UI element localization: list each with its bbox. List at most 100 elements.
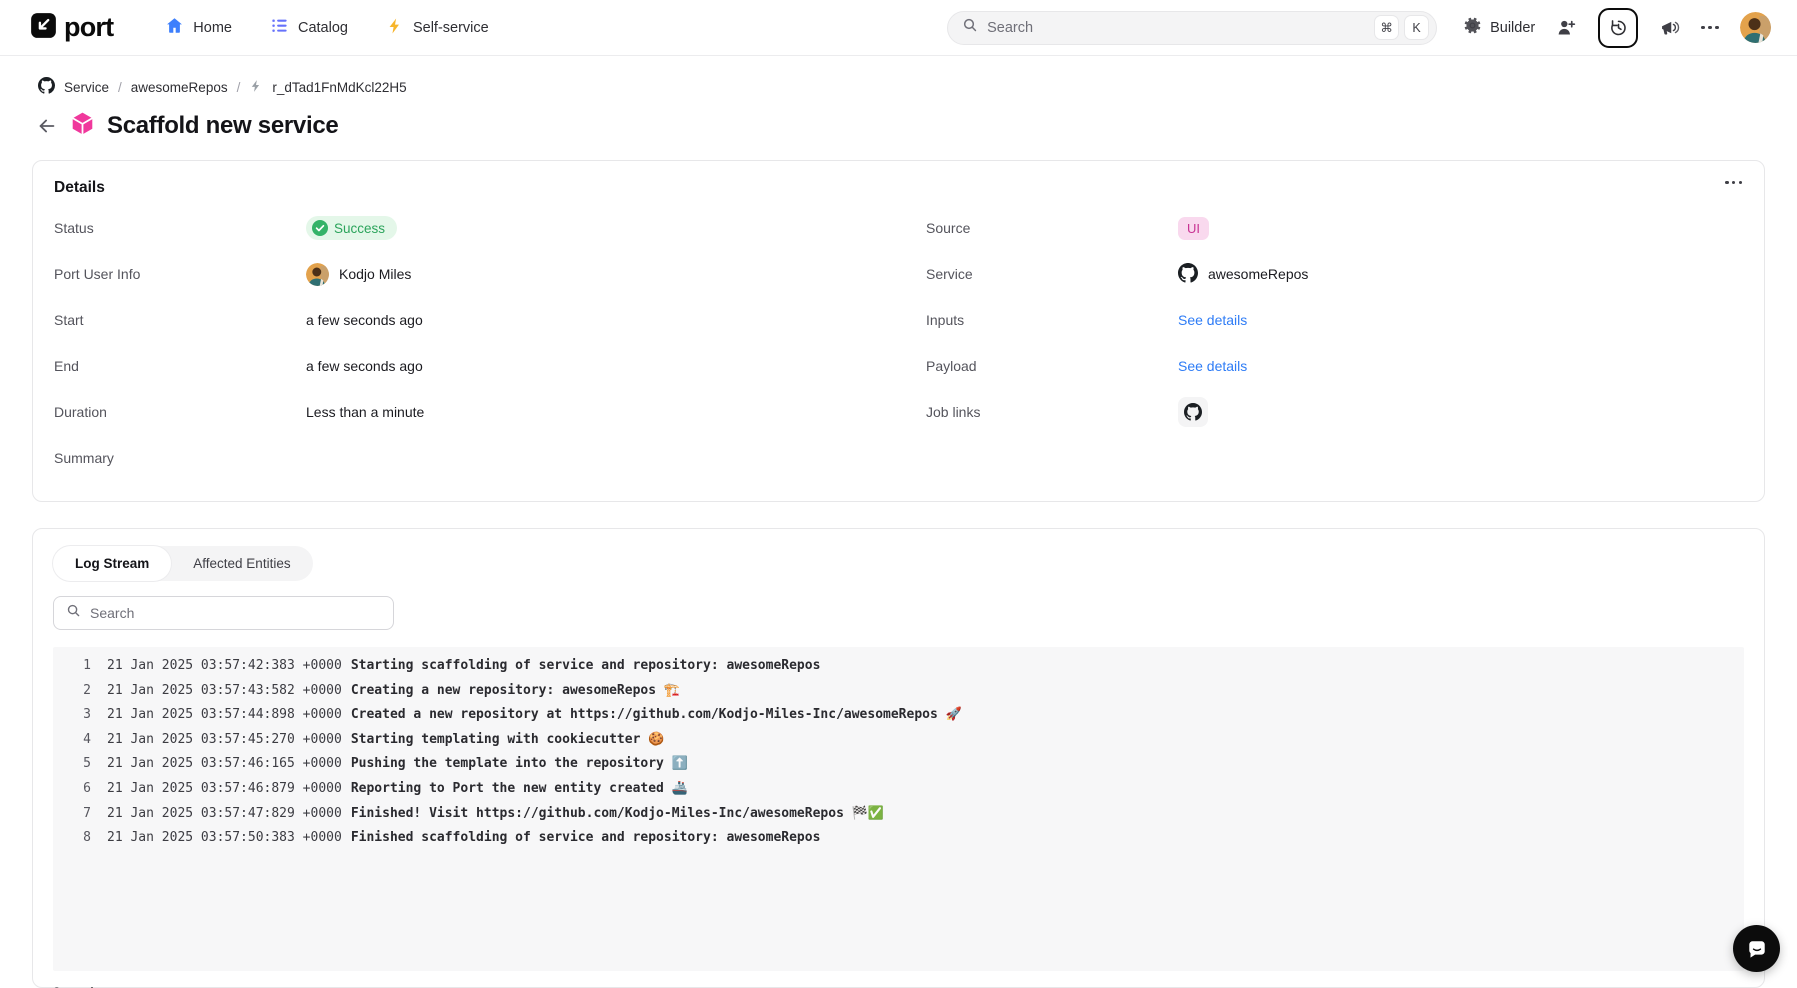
github-icon (38, 77, 55, 97)
announcements-button[interactable] (1659, 17, 1680, 38)
details-left-column: Status Success Port User Info Kodjo Mile… (54, 205, 870, 481)
duration-row: Duration Less than a minute (54, 389, 870, 435)
back-button[interactable] (36, 115, 58, 137)
catalog-icon (270, 16, 289, 39)
summary-label: Summary (54, 450, 306, 466)
log-line: 321 Jan 2025 03:57:44:898 +0000Created a… (53, 703, 1744, 728)
search-placeholder: Search (987, 20, 1369, 36)
details-right-column: Source UI Service awesomeRepos Inputs Se… (926, 205, 1742, 481)
port-logo[interactable]: port (30, 12, 113, 44)
start-value: a few seconds ago (306, 312, 423, 328)
status-label: Status (54, 220, 306, 236)
log-viewer[interactable]: 121 Jan 2025 03:57:42:383 +0000Starting … (53, 647, 1744, 971)
end-row: End a few seconds ago (54, 343, 870, 389)
builder-button[interactable]: Builder (1463, 16, 1535, 39)
brand-name: port (64, 12, 113, 43)
source-badge: UI (1178, 217, 1209, 240)
log-line: 421 Jan 2025 03:57:45:270 +0000Starting … (53, 728, 1744, 753)
log-search-input[interactable]: Search (53, 596, 394, 630)
breadcrumb-service[interactable]: Service (64, 80, 109, 95)
nav-item-label: Catalog (298, 20, 348, 36)
nav-item-label: Home (193, 20, 232, 36)
log-card: Log Stream Affected Entities Search 121 … (32, 528, 1765, 988)
log-tabs: Log Stream Affected Entities (53, 546, 313, 581)
chat-bubble-icon (1745, 937, 1769, 961)
gear-icon (1463, 16, 1482, 39)
service-label: Service (926, 266, 1178, 282)
nav-item-home[interactable]: Home (165, 16, 232, 39)
page-header: Scaffold new service (0, 97, 1797, 141)
builder-label: Builder (1490, 20, 1535, 36)
inputs-label: Inputs (926, 312, 1178, 328)
github-icon (1178, 263, 1198, 286)
user-avatar-small (306, 263, 329, 286)
log-search-placeholder: Search (90, 605, 134, 621)
port-logo-icon (30, 12, 57, 44)
bolt-icon (386, 17, 404, 39)
port-user-row: Port User Info Kodjo Miles (54, 251, 870, 297)
chat-widget-button[interactable] (1733, 925, 1780, 972)
page-title: Scaffold new service (107, 112, 338, 140)
keycap-cmd: ⌘ (1374, 15, 1399, 40)
details-menu-button[interactable] (1725, 181, 1742, 184)
invite-user-button[interactable] (1556, 17, 1577, 38)
more-menu-button[interactable] (1701, 26, 1719, 30)
nav-item-label: Self-service (413, 20, 489, 36)
inputs-see-details-link[interactable]: See details (1178, 312, 1247, 328)
tab-log-stream[interactable]: Log Stream (53, 546, 171, 581)
search-icon (962, 17, 978, 38)
log-line: 621 Jan 2025 03:57:46:879 +0000Reporting… (53, 777, 1744, 802)
log-line: 221 Jan 2025 03:57:43:582 +0000Creating … (53, 679, 1744, 704)
breadcrumb-separator: / (118, 80, 122, 95)
status-row: Status Success (54, 205, 870, 251)
breadcrumb-awesome-repos[interactable]: awesomeRepos (131, 80, 228, 95)
summary-row: Summary (54, 435, 870, 481)
log-line: 521 Jan 2025 03:57:46:165 +0000Pushing t… (53, 752, 1744, 777)
payload-row: Payload See details (926, 343, 1742, 389)
keycap-k: K (1404, 15, 1429, 40)
payload-label: Payload (926, 358, 1178, 374)
status-badge: Success (306, 216, 397, 240)
breadcrumb-run-id: r_dTad1FnMdKcl22H5 (272, 80, 406, 95)
port-user-value: Kodjo Miles (339, 266, 411, 282)
search-icon (66, 603, 81, 623)
service-value: awesomeRepos (1208, 266, 1308, 282)
source-label: Source (926, 220, 1178, 236)
breadcrumb: Service / awesomeRepos / r_dTad1FnMdKcl2… (0, 56, 1797, 97)
top-navbar: port Home Catalog Self-service Search ⌘ (0, 0, 1797, 56)
check-circle-icon (312, 220, 328, 236)
details-title: Details (54, 179, 1742, 197)
global-search-input[interactable]: Search ⌘ K (947, 11, 1437, 45)
end-label: End (54, 358, 306, 374)
main-nav: Home Catalog Self-service (165, 16, 488, 39)
runs-history-button[interactable] (1598, 8, 1638, 48)
scaffold-cube-icon (70, 111, 95, 141)
user-avatar[interactable] (1740, 12, 1771, 43)
port-user-label: Port User Info (54, 266, 306, 282)
end-value: a few seconds ago (306, 358, 423, 374)
nav-item-catalog[interactable]: Catalog (270, 16, 348, 39)
history-icon (1608, 17, 1629, 38)
navbar-actions: Builder (1463, 8, 1771, 48)
tab-affected-entities[interactable]: Affected Entities (171, 546, 312, 581)
inputs-row: Inputs See details (926, 297, 1742, 343)
payload-see-details-link[interactable]: See details (1178, 358, 1247, 374)
start-label: Start (54, 312, 306, 328)
start-row: Start a few seconds ago (54, 297, 870, 343)
nav-item-self-service[interactable]: Self-service (386, 17, 489, 39)
details-grid: Status Success Port User Info Kodjo Mile… (54, 205, 1742, 481)
log-line: 121 Jan 2025 03:57:42:383 +0000Starting … (53, 654, 1744, 679)
breadcrumb-separator: / (237, 80, 241, 95)
service-row: Service awesomeRepos (926, 251, 1742, 297)
job-links-label: Job links (926, 404, 1178, 420)
duration-value: Less than a minute (306, 404, 424, 420)
log-line: 721 Jan 2025 03:57:47:829 +0000Finished!… (53, 802, 1744, 827)
run-bolt-icon (249, 79, 263, 96)
source-row: Source UI (926, 205, 1742, 251)
job-link-github-button[interactable] (1178, 397, 1208, 427)
github-icon (1184, 403, 1202, 421)
job-links-row: Job links (926, 389, 1742, 435)
duration-label: Duration (54, 404, 306, 420)
log-line: 821 Jan 2025 03:57:50:383 +0000Finished … (53, 826, 1744, 851)
home-icon (165, 16, 184, 39)
